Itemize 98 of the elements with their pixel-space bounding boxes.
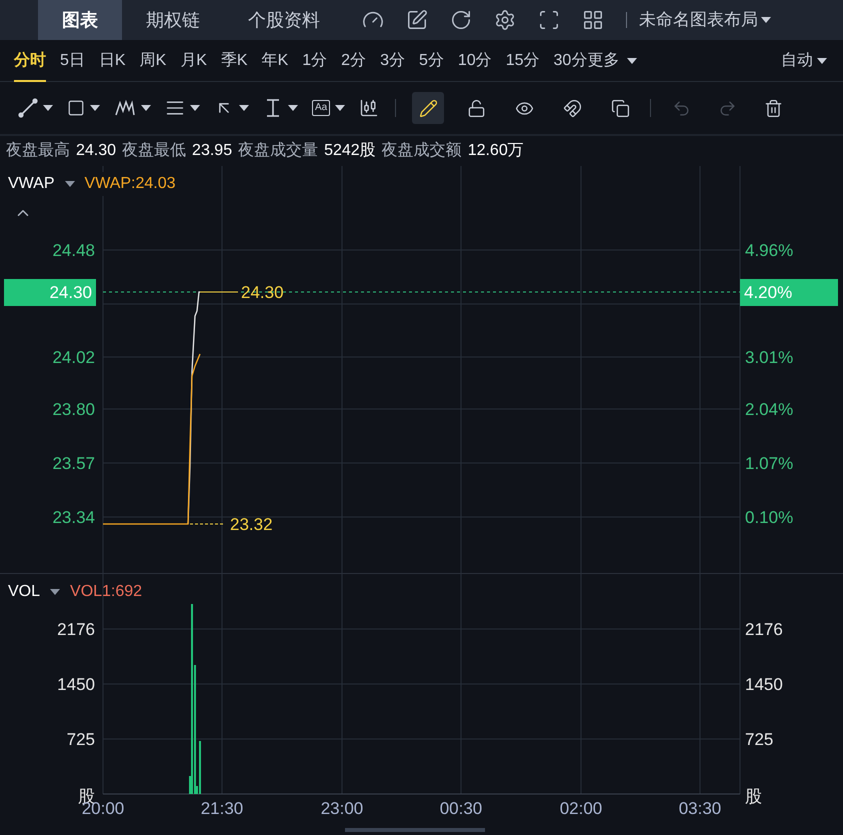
period-tab[interactable]: 2分	[341, 40, 366, 82]
stat-value: 12.60万	[468, 141, 524, 161]
period-tab[interactable]: 15分	[506, 40, 540, 82]
indicator-name: VOL	[8, 582, 40, 602]
time-axis-label: 03:30	[678, 799, 722, 818]
time-axis-label: 02:00	[560, 799, 602, 818]
candlestick-icon	[359, 98, 380, 118]
caret-icon	[761, 17, 771, 23]
top-tab[interactable]: 个股资料	[224, 0, 344, 40]
drawing-tool-button[interactable]	[67, 99, 100, 117]
pencil-button[interactable]	[412, 92, 444, 124]
edit-button[interactable]	[406, 9, 428, 31]
volume-axis-label: 725	[745, 730, 774, 749]
stat-label: 夜盘成交量	[238, 140, 318, 161]
settings-icon	[494, 9, 516, 31]
time-axis-label: 21:30	[200, 799, 244, 818]
trash-icon	[764, 98, 783, 118]
caret-icon	[627, 58, 638, 64]
period-tab[interactable]: 5日	[60, 40, 85, 82]
caret-icon	[817, 58, 827, 64]
period-tab[interactable]: 1分	[302, 40, 328, 82]
grid-button[interactable]	[582, 9, 604, 31]
percent-axis-label: 2.04%	[745, 400, 794, 419]
stat-label: 夜盘最低	[122, 140, 186, 161]
unlock-icon	[466, 98, 486, 118]
copy-icon	[610, 98, 630, 118]
price-axis-label: 23.34	[52, 508, 95, 527]
price-axis-label: 24.48	[52, 241, 95, 260]
drawing-tool-button[interactable]	[18, 98, 53, 118]
refresh-button[interactable]	[450, 9, 472, 31]
period-tab[interactable]: 5分	[418, 40, 444, 82]
fullscreen-button[interactable]	[538, 9, 560, 31]
price-marker-label: 23.32	[230, 515, 273, 534]
text-tool-button[interactable]: Aa	[312, 100, 346, 116]
period-tab[interactable]: 10分	[458, 40, 492, 82]
period-tab[interactable]: 日K	[98, 40, 126, 82]
volume-axis-label: 725	[66, 730, 95, 749]
pencil-icon	[418, 98, 438, 118]
period-tab[interactable]: 年K	[262, 40, 288, 82]
pattern-tool-icon	[114, 98, 136, 118]
period-tab[interactable]: 30分	[553, 40, 588, 82]
stat-label: 夜盘成交额	[382, 140, 462, 161]
layout-menu[interactable]: 未命名图表布局	[639, 7, 771, 33]
top-tab[interactable]: 期权链	[122, 0, 224, 40]
caret-icon	[64, 181, 75, 187]
edit-icon	[406, 9, 428, 31]
volume-unit-label: 股	[745, 787, 762, 806]
percent-axis-label: 1.07%	[745, 454, 794, 473]
stat-label: 夜盘最高	[6, 140, 70, 161]
candlestick-button[interactable]	[359, 98, 380, 118]
more-menu[interactable]: 更多	[587, 48, 638, 72]
volume-axis-label: 1450	[57, 675, 95, 694]
percent-axis-label: 0.10%	[745, 508, 794, 527]
caret-icon	[90, 105, 100, 111]
caret-icon	[43, 105, 53, 111]
fullscreen-icon	[538, 9, 560, 31]
rectangle-tool-icon	[67, 99, 85, 117]
redo-icon	[718, 98, 737, 118]
volume-axis-label: 2176	[745, 620, 783, 639]
scrollbar-thumb[interactable]	[345, 828, 485, 832]
magnet-icon	[562, 98, 582, 118]
price-axis-label: 24.02	[52, 348, 95, 367]
caret-icon	[190, 105, 200, 111]
period-tab[interactable]: 月K	[180, 40, 207, 82]
current-change-badge: 4.20%	[740, 279, 838, 306]
settings-button[interactable]	[494, 9, 516, 31]
indicator-reading: VOL1:692	[70, 582, 142, 602]
period-tab[interactable]: 3分	[380, 40, 405, 82]
percent-axis-label: 4.96%	[745, 241, 794, 260]
stat-value: 24.30	[76, 141, 116, 161]
top-tab[interactable]: 图表	[38, 0, 122, 40]
time-axis-label: 00:30	[440, 799, 482, 818]
period-tab[interactable]: 季K	[220, 40, 248, 82]
refresh-icon	[450, 9, 472, 31]
caret-icon	[50, 589, 60, 595]
stat-value: 5242股	[324, 141, 376, 161]
stat-value: 23.95	[192, 141, 232, 161]
percent-axis-label: 3.01%	[745, 348, 794, 367]
volume-axis-label: 2176	[57, 620, 95, 639]
price-axis-label: 23.80	[52, 400, 95, 419]
indicator-name: VWAP	[8, 174, 55, 194]
price-marker-label: 24.30	[241, 283, 284, 302]
scale-menu[interactable]: 自动	[781, 48, 827, 72]
period-tab[interactable]: 周K	[140, 40, 166, 82]
undo-icon	[672, 98, 691, 118]
time-axis-label: 23:00	[320, 799, 364, 818]
text-tool-label: Aa	[312, 100, 330, 116]
caret-icon	[239, 105, 249, 111]
indicator-reading: VWAP:24.03	[84, 174, 176, 194]
caret-icon	[141, 105, 151, 111]
price-axis-label: 23.57	[52, 454, 95, 473]
volume-axis-label: 1450	[745, 675, 783, 694]
caret-icon	[335, 105, 346, 111]
line-tool-icon	[18, 98, 38, 118]
drawing-tool-button[interactable]	[114, 98, 151, 118]
current-price-badge: 24.30	[4, 279, 96, 306]
grid-icon	[582, 9, 604, 31]
caret-icon	[288, 105, 298, 111]
